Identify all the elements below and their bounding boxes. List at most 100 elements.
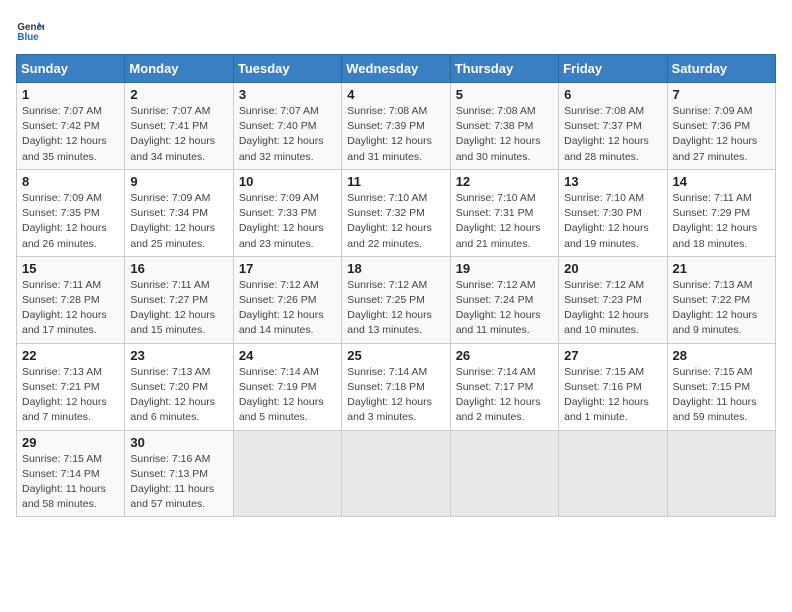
- calendar-cell: 10 Sunrise: 7:09 AMSunset: 7:33 PMDayligh…: [233, 169, 341, 256]
- day-info: Sunrise: 7:12 AMSunset: 7:25 PMDaylight:…: [347, 278, 444, 339]
- day-number: 10: [239, 174, 336, 189]
- calendar-cell: 30Sunrise: 7:16 AMSunset: 7:13 PMDayligh…: [125, 430, 233, 517]
- day-info: Sunrise: 7:13 AMSunset: 7:20 PMDaylight:…: [130, 365, 227, 426]
- day-info: Sunrise: 7:14 AMSunset: 7:19 PMDaylight:…: [239, 365, 336, 426]
- day-info: Sunrise: 7:15 AMSunset: 7:16 PMDaylight:…: [564, 365, 661, 426]
- calendar-cell: 24 Sunrise: 7:14 AMSunset: 7:19 PMDayligh…: [233, 343, 341, 430]
- day-info: Sunrise: 7:12 AMSunset: 7:23 PMDaylight:…: [564, 278, 661, 339]
- day-number: 7: [673, 87, 770, 102]
- day-info: Sunrise: 7:15 AMSunset: 7:15 PMDaylight:…: [673, 365, 770, 426]
- header-saturday: Saturday: [667, 55, 775, 83]
- calendar-cell: 28 Sunrise: 7:15 AMSunset: 7:15 PMDayligh…: [667, 343, 775, 430]
- calendar-cell: [450, 430, 558, 517]
- calendar-cell: 22 Sunrise: 7:13 AMSunset: 7:21 PMDayligh…: [17, 343, 125, 430]
- calendar-cell: 17 Sunrise: 7:12 AMSunset: 7:26 PMDayligh…: [233, 256, 341, 343]
- day-number: 20: [564, 261, 661, 276]
- day-number: 18: [347, 261, 444, 276]
- day-info: Sunrise: 7:13 AMSunset: 7:22 PMDaylight:…: [673, 278, 770, 339]
- header-tuesday: Tuesday: [233, 55, 341, 83]
- calendar-week-4: 22 Sunrise: 7:13 AMSunset: 7:21 PMDayligh…: [17, 343, 776, 430]
- day-info: Sunrise: 7:11 AMSunset: 7:27 PMDaylight:…: [130, 278, 227, 339]
- day-info: Sunrise: 7:10 AMSunset: 7:31 PMDaylight:…: [456, 191, 553, 252]
- day-number: 23: [130, 348, 227, 363]
- calendar-cell: 11 Sunrise: 7:10 AMSunset: 7:32 PMDayligh…: [342, 169, 450, 256]
- calendar-cell: 5 Sunrise: 7:08 AMSunset: 7:38 PMDaylight…: [450, 83, 558, 170]
- calendar-cell: 2 Sunrise: 7:07 AMSunset: 7:41 PMDaylight…: [125, 83, 233, 170]
- calendar-cell: 6 Sunrise: 7:08 AMSunset: 7:37 PMDaylight…: [559, 83, 667, 170]
- page-header: General Blue: [16, 16, 776, 44]
- day-info: Sunrise: 7:14 AMSunset: 7:17 PMDaylight:…: [456, 365, 553, 426]
- day-info: Sunrise: 7:10 AMSunset: 7:30 PMDaylight:…: [564, 191, 661, 252]
- calendar-cell: 16 Sunrise: 7:11 AMSunset: 7:27 PMDayligh…: [125, 256, 233, 343]
- day-number: 3: [239, 87, 336, 102]
- header-thursday: Thursday: [450, 55, 558, 83]
- day-number: 1: [22, 87, 119, 102]
- header-monday: Monday: [125, 55, 233, 83]
- day-number: 17: [239, 261, 336, 276]
- svg-text:Blue: Blue: [17, 32, 39, 43]
- calendar-cell: [233, 430, 341, 517]
- calendar-cell: 23 Sunrise: 7:13 AMSunset: 7:20 PMDayligh…: [125, 343, 233, 430]
- day-number: 14: [673, 174, 770, 189]
- day-number: 15: [22, 261, 119, 276]
- calendar-cell: 13 Sunrise: 7:10 AMSunset: 7:30 PMDayligh…: [559, 169, 667, 256]
- day-number: 19: [456, 261, 553, 276]
- day-number: 21: [673, 261, 770, 276]
- calendar-cell: [559, 430, 667, 517]
- day-number: 29: [22, 435, 119, 450]
- day-number: 2: [130, 87, 227, 102]
- day-info: Sunrise: 7:11 AMSunset: 7:28 PMDaylight:…: [22, 278, 119, 339]
- calendar-cell: 18 Sunrise: 7:12 AMSunset: 7:25 PMDayligh…: [342, 256, 450, 343]
- day-number: 13: [564, 174, 661, 189]
- calendar-body: 1Sunrise: 7:07 AMSunset: 7:42 PMDaylight…: [17, 83, 776, 517]
- day-number: 4: [347, 87, 444, 102]
- calendar-week-2: 8Sunrise: 7:09 AMSunset: 7:35 PMDaylight…: [17, 169, 776, 256]
- calendar-cell: [342, 430, 450, 517]
- day-info: Sunrise: 7:11 AMSunset: 7:29 PMDaylight:…: [673, 191, 770, 252]
- calendar-cell: 15 Sunrise: 7:11 AMSunset: 7:28 PMDayligh…: [17, 256, 125, 343]
- calendar-cell: 14 Sunrise: 7:11 AMSunset: 7:29 PMDayligh…: [667, 169, 775, 256]
- day-number: 11: [347, 174, 444, 189]
- day-info: Sunrise: 7:12 AMSunset: 7:26 PMDaylight:…: [239, 278, 336, 339]
- day-info: Sunrise: 7:12 AMSunset: 7:24 PMDaylight:…: [456, 278, 553, 339]
- calendar-table: Sunday Monday Tuesday Wednesday Thursday…: [16, 54, 776, 517]
- calendar-cell: [667, 430, 775, 517]
- header-wednesday: Wednesday: [342, 55, 450, 83]
- calendar-week-1: 1Sunrise: 7:07 AMSunset: 7:42 PMDaylight…: [17, 83, 776, 170]
- calendar-cell: 3Sunrise: 7:07 AMSunset: 7:40 PMDaylight…: [233, 83, 341, 170]
- calendar-cell: 12Sunrise: 7:10 AMSunset: 7:31 PMDayligh…: [450, 169, 558, 256]
- header-friday: Friday: [559, 55, 667, 83]
- day-number: 22: [22, 348, 119, 363]
- calendar-cell: 8Sunrise: 7:09 AMSunset: 7:35 PMDaylight…: [17, 169, 125, 256]
- day-info: Sunrise: 7:15 AMSunset: 7:14 PMDaylight:…: [22, 452, 119, 513]
- day-number: 5: [456, 87, 553, 102]
- calendar-cell: 19 Sunrise: 7:12 AMSunset: 7:24 PMDayligh…: [450, 256, 558, 343]
- day-info: Sunrise: 7:08 AMSunset: 7:38 PMDaylight:…: [456, 104, 553, 165]
- day-number: 8: [22, 174, 119, 189]
- day-info: Sunrise: 7:08 AMSunset: 7:37 PMDaylight:…: [564, 104, 661, 165]
- day-number: 9: [130, 174, 227, 189]
- day-number: 26: [456, 348, 553, 363]
- day-number: 6: [564, 87, 661, 102]
- calendar-cell: 29 Sunrise: 7:15 AMSunset: 7:14 PMDayligh…: [17, 430, 125, 517]
- calendar-cell: 26 Sunrise: 7:14 AMSunset: 7:17 PMDayligh…: [450, 343, 558, 430]
- calendar-cell: 20 Sunrise: 7:12 AMSunset: 7:23 PMDayligh…: [559, 256, 667, 343]
- day-info: Sunrise: 7:09 AMSunset: 7:33 PMDaylight:…: [239, 191, 336, 252]
- day-number: 16: [130, 261, 227, 276]
- day-info: Sunrise: 7:09 AMSunset: 7:36 PMDaylight:…: [673, 104, 770, 165]
- day-info: Sunrise: 7:13 AMSunset: 7:21 PMDaylight:…: [22, 365, 119, 426]
- calendar-cell: 27Sunrise: 7:15 AMSunset: 7:16 PMDayligh…: [559, 343, 667, 430]
- logo: General Blue: [16, 16, 48, 44]
- day-info: Sunrise: 7:08 AMSunset: 7:39 PMDaylight:…: [347, 104, 444, 165]
- calendar-cell: 7 Sunrise: 7:09 AMSunset: 7:36 PMDaylight…: [667, 83, 775, 170]
- day-info: Sunrise: 7:10 AMSunset: 7:32 PMDaylight:…: [347, 191, 444, 252]
- calendar-cell: 9 Sunrise: 7:09 AMSunset: 7:34 PMDaylight…: [125, 169, 233, 256]
- day-info: Sunrise: 7:07 AMSunset: 7:41 PMDaylight:…: [130, 104, 227, 165]
- day-number: 30: [130, 435, 227, 450]
- day-number: 28: [673, 348, 770, 363]
- day-number: 24: [239, 348, 336, 363]
- day-info: Sunrise: 7:09 AMSunset: 7:34 PMDaylight:…: [130, 191, 227, 252]
- calendar-cell: 1Sunrise: 7:07 AMSunset: 7:42 PMDaylight…: [17, 83, 125, 170]
- calendar-week-3: 15 Sunrise: 7:11 AMSunset: 7:28 PMDayligh…: [17, 256, 776, 343]
- logo-icon: General Blue: [16, 16, 44, 44]
